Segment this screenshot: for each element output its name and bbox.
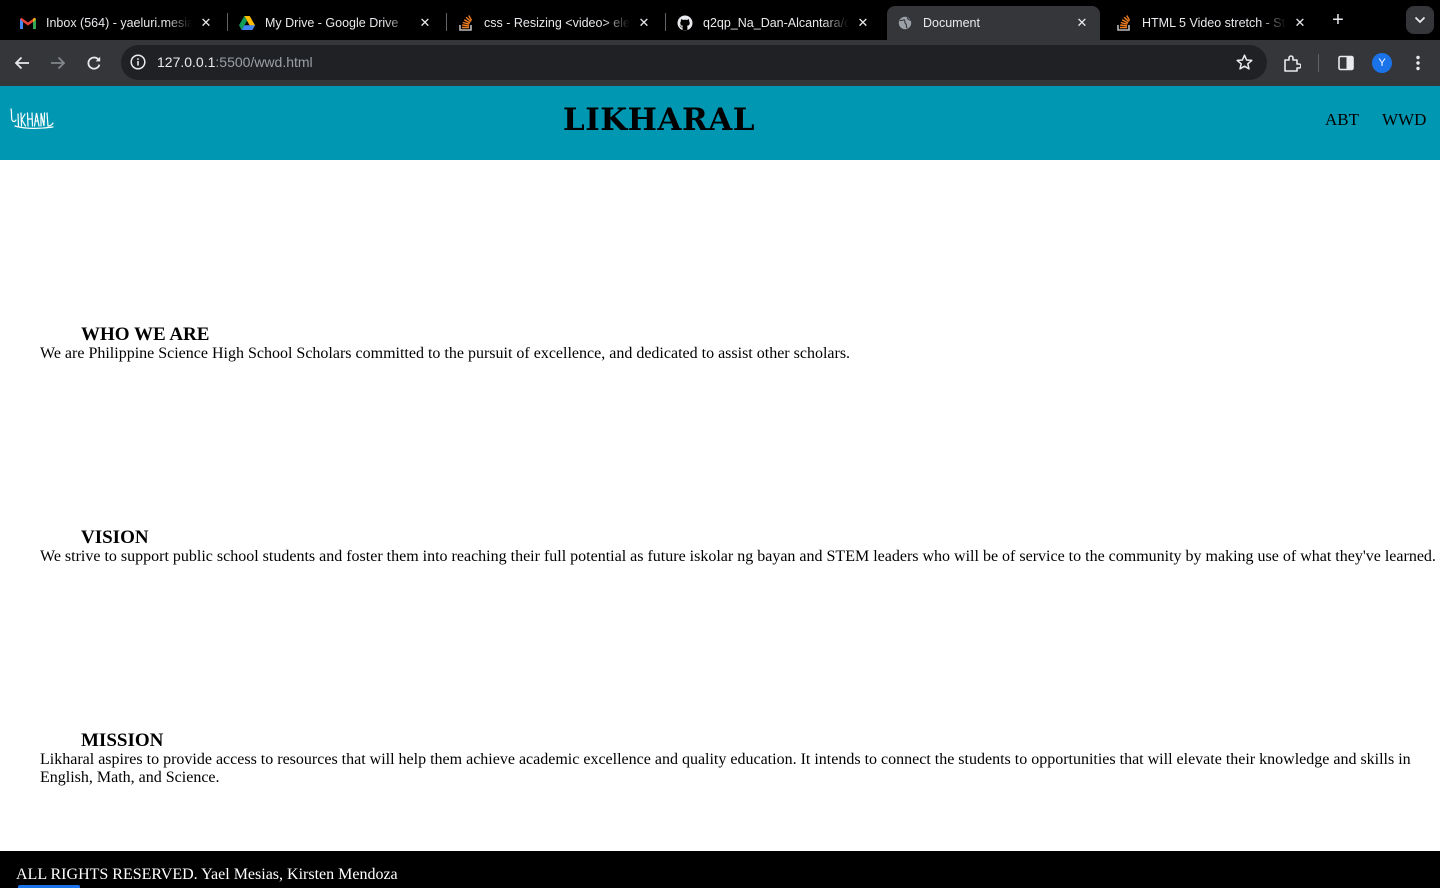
close-icon[interactable]: ✕ — [417, 15, 433, 31]
browser-tab-stackoverflow-resizing[interactable]: css - Resizing <video> element ✕ — [448, 6, 662, 40]
new-tab-button[interactable]: + — [1326, 8, 1350, 32]
github-icon — [677, 15, 693, 31]
close-icon[interactable]: ✕ — [855, 15, 871, 31]
globe-icon — [897, 15, 913, 31]
section-heading: WHO WE ARE — [81, 324, 210, 345]
tab-search-button[interactable] — [1406, 6, 1434, 34]
section-heading: MISSION — [81, 730, 164, 751]
tab-divider — [227, 13, 228, 31]
stackoverflow-icon — [1116, 15, 1132, 31]
browser-toolbar: 127.0.0.1:5500/wwd.html Y — [0, 40, 1440, 86]
section-heading: VISION — [81, 527, 149, 548]
browser-tab-strip: Inbox (564) - yaeluri.mesias ✕ My Drive … — [0, 0, 1440, 40]
browser-tab-github[interactable]: q2qp_Na_Dan-Alcantara/c ✕ — [667, 6, 881, 40]
site-title: LIKHARAL — [562, 102, 756, 138]
close-icon[interactable]: ✕ — [198, 15, 214, 31]
address-url: 127.0.0.1:5500/wwd.html — [157, 54, 313, 70]
toolbar-divider — [1318, 54, 1319, 72]
back-button[interactable] — [10, 51, 34, 75]
tab-divider — [446, 13, 447, 31]
browser-tab-title: My Drive - Google Drive — [265, 16, 399, 30]
google-drive-icon — [239, 15, 255, 31]
browser-tab-stackoverflow-stretch[interactable]: HTML 5 Video stretch - St ✕ — [1106, 6, 1318, 40]
tab-divider — [665, 13, 666, 31]
section-text: Likharal aspires to provide access to re… — [40, 751, 1411, 786]
browser-tab-title: q2qp_Na_Dan-Alcantara/c — [703, 16, 849, 30]
site-info-icon[interactable] — [129, 53, 147, 71]
address-bar[interactable]: 127.0.0.1:5500/wwd.html — [121, 45, 1267, 80]
arrow-right-icon — [51, 56, 66, 70]
close-icon[interactable]: ✕ — [636, 15, 652, 31]
site-header: LIKHARAL ABT WWD — [0, 86, 1440, 160]
stackoverflow-icon — [458, 15, 474, 31]
browser-tab-title: Inbox (564) - yaeluri.mesias — [46, 16, 192, 30]
browser-tab-google-drive[interactable]: My Drive - Google Drive ✕ — [229, 6, 443, 40]
side-panel-icon[interactable] — [1335, 52, 1357, 74]
browser-tab-title: css - Resizing <video> element — [484, 16, 630, 30]
browser-tab-title: HTML 5 Video stretch - St — [1142, 16, 1286, 30]
kebab-menu-icon[interactable] — [1407, 52, 1429, 74]
profile-avatar[interactable]: Y — [1372, 53, 1392, 73]
browser-tab-gmail[interactable]: Inbox (564) - yaeluri.mesias ✕ — [10, 6, 224, 40]
section-text: We are Philippine Science High School Sc… — [40, 345, 851, 362]
site-footer: ALL RIGHTS RESERVED. Yael Mesias, Kirste… — [0, 851, 1440, 888]
url-host: 127.0.0.1 — [157, 54, 216, 70]
browser-tab-document[interactable]: Document ✕ — [887, 6, 1100, 40]
footer-copyright: ALL RIGHTS RESERVED. Yael Mesias, Kirste… — [16, 866, 398, 883]
nav-link-wwd[interactable]: WWD — [1382, 110, 1426, 130]
extensions-icon[interactable] — [1281, 52, 1303, 74]
section-text: We strive to support public school stude… — [40, 548, 1436, 565]
gmail-icon — [20, 15, 36, 31]
chevron-down-icon — [1414, 16, 1426, 24]
bookmark-star-icon[interactable] — [1235, 53, 1253, 71]
browser-tab-title: Document — [923, 16, 980, 30]
close-icon[interactable]: ✕ — [1292, 15, 1308, 31]
arrow-left-icon — [14, 56, 29, 70]
reload-icon — [87, 56, 101, 70]
reload-button[interactable] — [82, 51, 106, 75]
forward-button[interactable] — [46, 51, 70, 75]
url-path: :5500/wwd.html — [215, 54, 313, 70]
close-icon[interactable]: ✕ — [1074, 15, 1090, 31]
nav-link-abt[interactable]: ABT — [1325, 110, 1359, 130]
